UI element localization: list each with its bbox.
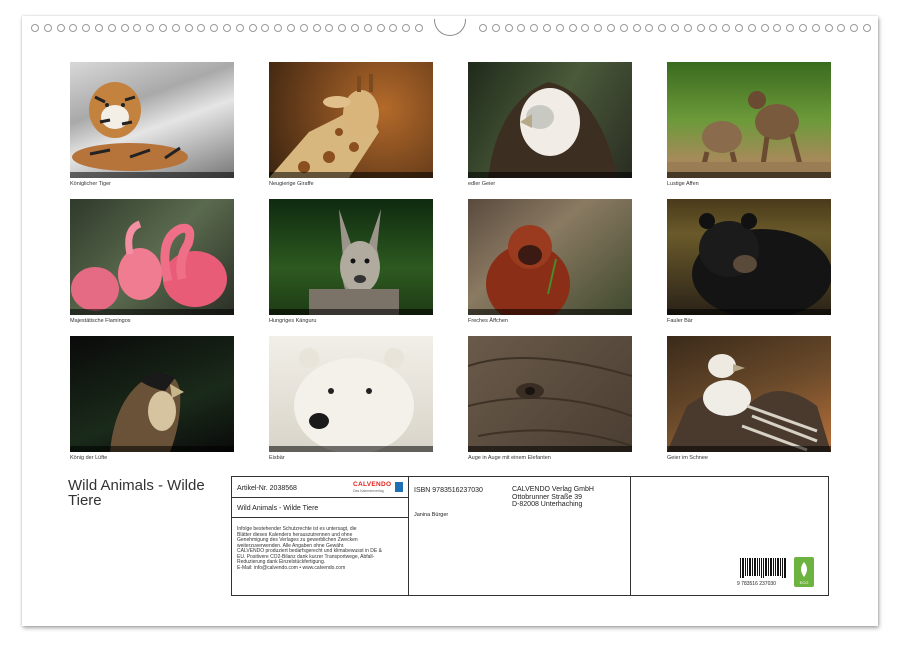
binding-ring [799, 24, 807, 32]
binding-ring [69, 24, 77, 32]
binding-ring [492, 24, 500, 32]
binding-ring [479, 24, 487, 32]
binding-ring [159, 24, 167, 32]
photo-monkey [468, 199, 632, 315]
binding-ring [786, 24, 794, 32]
binding-ring [633, 24, 641, 32]
caption-4: Lustige Affen [667, 181, 699, 187]
photo-caracara [70, 336, 234, 452]
photo-elephant [468, 336, 632, 452]
photo-giraffe [269, 62, 433, 178]
binding-ring [709, 24, 717, 32]
isbn: ISBN 9783516237030 [414, 487, 483, 494]
calvendo-logo: CALVENDO Das Kalenderverlag [353, 481, 407, 495]
photo-flamingos [70, 199, 234, 315]
binding-ring [44, 24, 52, 32]
binding-ring [364, 24, 372, 32]
caption-9: König der Lüfte [70, 455, 107, 461]
binding-ring [773, 24, 781, 32]
binding-ring [108, 24, 116, 32]
photo-kangaroo [269, 199, 433, 315]
binding-ring [31, 24, 39, 32]
info-box: Artikel-Nr. 2038568 CALVENDO Das Kalende… [231, 476, 829, 596]
binding-ring [735, 24, 743, 32]
binding-ring [300, 24, 308, 32]
binding-ring [185, 24, 193, 32]
photo-vulture [468, 62, 632, 178]
caption-6: Hungriges Känguru [269, 318, 316, 324]
binding-ring [249, 24, 257, 32]
binding-ring [748, 24, 756, 32]
binding-ring [133, 24, 141, 32]
photo-baboons [667, 62, 831, 178]
binding-ring [172, 24, 180, 32]
binding-ring [121, 24, 129, 32]
photo-vulture-snow [667, 336, 831, 452]
publisher-address: CALVENDO Verlag GmbH Ottobrunner Straße … [512, 486, 594, 509]
binding-ring [645, 24, 653, 32]
caption-10: Eisbär [269, 455, 285, 461]
photo-polar-bear [269, 336, 433, 452]
calendar-title: Wild Animals - Wilde Tiere [68, 478, 228, 508]
caption-1: Königlicher Tiger [70, 181, 111, 187]
binding-ring [402, 24, 410, 32]
binding-ring [261, 24, 269, 32]
caption-7: Freches Äffchen [468, 318, 508, 324]
binding-ring [223, 24, 231, 32]
product-title: Wild Animals - Wilde Tiere [237, 505, 318, 512]
binding-ring [863, 24, 871, 32]
caption-12: Geier im Schnee [667, 455, 708, 461]
binding-ring [82, 24, 90, 32]
binding-ring [697, 24, 705, 32]
binding-ring [287, 24, 295, 32]
barcode [739, 558, 787, 582]
binding-ring [338, 24, 346, 32]
caption-5: Majestätische Flamingos [70, 318, 131, 324]
binding-ring [505, 24, 513, 32]
binding-ring [197, 24, 205, 32]
caption-11: Auge in Auge mit einem Elefanten [468, 455, 551, 461]
binding-ring [761, 24, 769, 32]
caption-2: Neugierige Giraffe [269, 181, 314, 187]
binding-ring [607, 24, 615, 32]
binding-ring [684, 24, 692, 32]
binding-ring [236, 24, 244, 32]
binding-ring [825, 24, 833, 32]
binding-ring [556, 24, 564, 32]
photo-tiger [70, 62, 234, 178]
binding-ring [671, 24, 679, 32]
binding-ring [581, 24, 589, 32]
caption-3: edler Geier [468, 181, 495, 187]
binding-ring [569, 24, 577, 32]
binding-ring [313, 24, 321, 32]
author: Janina Bürger [414, 512, 448, 518]
binding-ring [850, 24, 858, 32]
binding-ring [620, 24, 628, 32]
legal-text: Infolge bestehender Schutzrechte ist es … [237, 527, 382, 571]
binding-ring [274, 24, 282, 32]
binding-ring [543, 24, 551, 32]
photo-bear [667, 199, 831, 315]
binding-ring [377, 24, 385, 32]
binding-ring [57, 24, 65, 32]
binding-ring [146, 24, 154, 32]
binding-ring [389, 24, 397, 32]
binding-ring [351, 24, 359, 32]
binding-ring [325, 24, 333, 32]
binding-ring [812, 24, 820, 32]
caption-8: Fauler Bär [667, 318, 693, 324]
binding-ring [95, 24, 103, 32]
binding-ring [594, 24, 602, 32]
binding-ring [722, 24, 730, 32]
barcode-digits: 9 783516 237030 [737, 581, 776, 587]
binding-ring [415, 24, 423, 32]
binding-ring [210, 24, 218, 32]
binding-ring [837, 24, 845, 32]
binding-ring [530, 24, 538, 32]
article-number: Artikel-Nr. 2038568 [237, 485, 297, 492]
eco-label-icon: ECO [794, 557, 814, 587]
binding-ring [658, 24, 666, 32]
binding-ring [517, 24, 525, 32]
